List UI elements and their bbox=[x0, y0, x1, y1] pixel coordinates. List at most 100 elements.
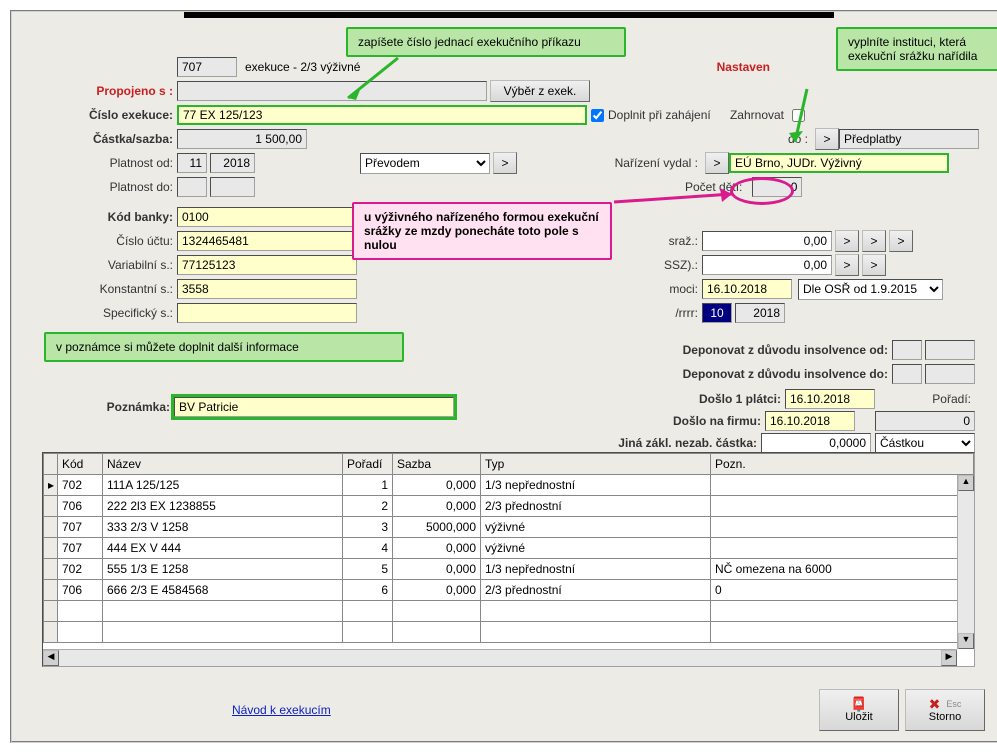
cell-pozn[interactable] bbox=[711, 496, 974, 517]
sraz-btn3[interactable]: > bbox=[889, 230, 913, 252]
cell-poradi[interactable]: 6 bbox=[343, 580, 393, 601]
cell-nazev[interactable]: 666 2/3 E 4584568 bbox=[103, 580, 343, 601]
ssz-input[interactable] bbox=[702, 255, 832, 275]
cell-poradi[interactable]: 1 bbox=[343, 475, 393, 496]
cell-poradi[interactable]: 4 bbox=[343, 538, 393, 559]
navod-link[interactable]: Návod k exekucím bbox=[232, 703, 331, 717]
cell-typ[interactable]: výživné bbox=[481, 517, 711, 538]
cell-typ[interactable]: 2/3 přednostní bbox=[481, 496, 711, 517]
cislo-exekuce-input[interactable] bbox=[177, 105, 587, 125]
th-kod[interactable]: Kód bbox=[58, 454, 103, 475]
n-year-input[interactable] bbox=[735, 303, 785, 323]
cell-sazba[interactable]: 0,000 bbox=[393, 475, 481, 496]
cell-sazba[interactable]: 0,000 bbox=[393, 496, 481, 517]
cislo-uctu-input[interactable] bbox=[177, 231, 357, 251]
cell-nazev[interactable]: 222 2l3 EX 1238855 bbox=[103, 496, 343, 517]
platnost-do-year[interactable] bbox=[210, 177, 255, 197]
do-nav-button[interactable]: > bbox=[815, 128, 839, 150]
cell-nazev[interactable]: 444 EX V 444 bbox=[103, 538, 343, 559]
kod-banky-input[interactable] bbox=[177, 207, 357, 227]
th-nazev[interactable]: Název bbox=[103, 454, 343, 475]
cell-typ[interactable]: 2/3 přednostní bbox=[481, 580, 711, 601]
cell-sazba[interactable]: 0,000 bbox=[393, 580, 481, 601]
table-row[interactable]: 706666 2/3 E 458456860,0002/3 přednostní… bbox=[44, 580, 974, 601]
deponovat-od-r[interactable] bbox=[925, 340, 975, 360]
narizeni-input[interactable] bbox=[729, 153, 949, 173]
jina-zakl-input[interactable] bbox=[761, 433, 871, 453]
deponovat-do-m[interactable] bbox=[892, 364, 922, 384]
doslo-firmu-input[interactable] bbox=[765, 411, 855, 431]
ssz-btn1[interactable]: > bbox=[835, 254, 859, 276]
scroll-down-icon[interactable]: ▼ bbox=[958, 633, 974, 649]
moci-input[interactable] bbox=[702, 279, 792, 299]
cell-typ[interactable]: výživné bbox=[481, 538, 711, 559]
table-row[interactable]: 707444 EX V 44440,000výživné bbox=[44, 538, 974, 559]
cancel-button[interactable]: ✖ Esc Storno bbox=[905, 689, 985, 731]
ssz-btn2[interactable]: > bbox=[862, 254, 886, 276]
table-row[interactable]: ▸702111A 125/12510,0001/3 nepřednostní bbox=[44, 475, 974, 496]
narizeni-nav-button[interactable]: > bbox=[705, 152, 729, 174]
osr-select[interactable]: Dle OSŘ od 1.9.2015 bbox=[798, 279, 943, 300]
cell-nazev[interactable]: 111A 125/125 bbox=[103, 475, 343, 496]
konstantni-input[interactable] bbox=[177, 279, 357, 299]
sraz-btn1[interactable]: > bbox=[835, 230, 859, 252]
cell-typ[interactable]: 1/3 nepřednostní bbox=[481, 475, 711, 496]
specificky-input[interactable] bbox=[177, 303, 357, 323]
th-pozn[interactable]: Pozn. bbox=[711, 454, 974, 475]
cell-nazev[interactable]: 555 1/3 E 1258 bbox=[103, 559, 343, 580]
table-row[interactable]: 702555 1/3 E 125850,0001/3 nepřednostníN… bbox=[44, 559, 974, 580]
cell-typ[interactable]: 1/3 nepřednostní bbox=[481, 559, 711, 580]
cell-nazev[interactable]: 333 2/3 V 1258 bbox=[103, 517, 343, 538]
cell-kod[interactable]: 707 bbox=[58, 538, 103, 559]
table-hscrollbar[interactable]: ◀ ▶ bbox=[43, 649, 957, 666]
cell-pozn[interactable]: NČ omezena na 6000 bbox=[711, 559, 974, 580]
cell-pozn[interactable] bbox=[711, 538, 974, 559]
table-vscrollbar[interactable]: ▲ ▼ bbox=[957, 475, 974, 649]
deponovat-od-m[interactable] bbox=[892, 340, 922, 360]
castkou-select[interactable]: Částkou bbox=[875, 433, 975, 454]
platnost-od-year[interactable] bbox=[210, 153, 255, 173]
deponovat-do-r[interactable] bbox=[925, 364, 975, 384]
cell-kod[interactable]: 706 bbox=[58, 580, 103, 601]
cell-poradi[interactable]: 2 bbox=[343, 496, 393, 517]
cell-pozn[interactable] bbox=[711, 517, 974, 538]
scroll-right-icon[interactable]: ▶ bbox=[941, 650, 957, 666]
vyber-z-exek-button[interactable]: Výběr z exek. bbox=[490, 80, 590, 102]
cell-kod[interactable]: 706 bbox=[58, 496, 103, 517]
cell-sazba[interactable]: 5000,000 bbox=[393, 517, 481, 538]
sraz-btn2[interactable]: > bbox=[862, 230, 886, 252]
castka-input[interactable] bbox=[177, 129, 307, 149]
propojeno-input[interactable] bbox=[177, 81, 487, 101]
cell-poradi[interactable]: 3 bbox=[343, 517, 393, 538]
poradi-input[interactable] bbox=[875, 411, 975, 431]
th-sazba[interactable]: Sazba bbox=[393, 454, 481, 475]
cell-kod[interactable]: 702 bbox=[58, 559, 103, 580]
zpusob-select[interactable]: Převodem bbox=[360, 153, 490, 174]
platnost-do-month[interactable] bbox=[177, 177, 207, 197]
cell-kod[interactable]: 707 bbox=[58, 517, 103, 538]
cell-poradi[interactable]: 5 bbox=[343, 559, 393, 580]
cell-pozn[interactable] bbox=[711, 475, 974, 496]
table-row[interactable]: 706222 2l3 EX 123885520,0002/3 přednostn… bbox=[44, 496, 974, 517]
exekuce-table[interactable]: Kód Název Pořadí Sazba Typ Pozn. ▸702111… bbox=[43, 453, 974, 643]
th-poradi[interactable]: Pořadí bbox=[343, 454, 393, 475]
pocet-deti-input[interactable] bbox=[752, 177, 802, 197]
platnost-od-month[interactable] bbox=[177, 153, 207, 173]
table-row[interactable] bbox=[44, 601, 974, 622]
n-month-input[interactable]: 10 bbox=[702, 303, 732, 323]
save-button[interactable]: 📮 Uložit bbox=[819, 689, 899, 731]
th-typ[interactable]: Typ bbox=[481, 454, 711, 475]
scroll-left-icon[interactable]: ◀ bbox=[43, 650, 59, 666]
sraz-input[interactable] bbox=[702, 231, 832, 251]
table-row[interactable] bbox=[44, 622, 974, 643]
variabilni-input[interactable] bbox=[177, 255, 357, 275]
doplnit-checkbox[interactable] bbox=[591, 109, 604, 122]
cell-sazba[interactable]: 0,000 bbox=[393, 559, 481, 580]
cell-pozn[interactable]: 0 bbox=[711, 580, 974, 601]
cell-sazba[interactable]: 0,000 bbox=[393, 538, 481, 559]
zpusob-nav-button[interactable]: > bbox=[493, 152, 517, 174]
cell-kod[interactable]: 702 bbox=[58, 475, 103, 496]
table-row[interactable]: 707333 2/3 V 125835000,000výživné bbox=[44, 517, 974, 538]
doslo-platci-input[interactable] bbox=[785, 389, 875, 409]
scroll-up-icon[interactable]: ▲ bbox=[958, 475, 974, 491]
